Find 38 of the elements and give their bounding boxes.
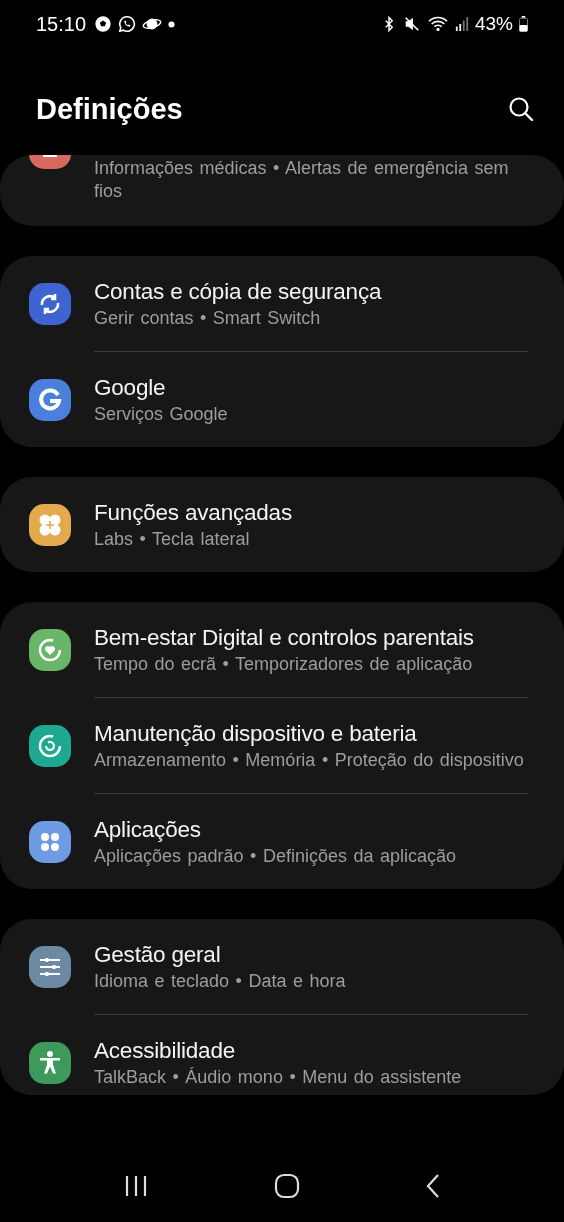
wifi-icon xyxy=(426,15,449,33)
item-subtitle: Gerir contas • Smart Switch xyxy=(94,307,322,330)
settings-item[interactable]: Aplicações Aplicações padrão • Definições da aplicação xyxy=(0,794,564,889)
item-subtitle: TalkBack • Áudio mono • Menu do assistente xyxy=(94,1066,463,1089)
search-icon xyxy=(508,95,534,122)
settings-item[interactable]: Funções avançadas Labs • Tecla lateral xyxy=(0,477,564,572)
settings-item[interactable]: Gestão geral Idioma e teclado • Data e hora xyxy=(0,919,564,1014)
status-time: 15:10 xyxy=(36,12,87,36)
signal-icon xyxy=(454,16,469,32)
notification-dot-icon xyxy=(168,20,176,28)
settings-item[interactable]: Informações médicas • Alertas de emergência sem fios xyxy=(0,155,564,224)
settings-item[interactable]: Contas e cópia de segurança Gerir contas • Smart Switch xyxy=(0,256,564,351)
settings-item[interactable]: Acessibilidade TalkBack • Áudio mono • Menu do assistente xyxy=(0,1015,564,1095)
item-title: Manutenção dispositivo e bateria xyxy=(94,720,418,748)
item-subtitle: Informações médicas • Alertas de emergência sem fios xyxy=(94,157,510,203)
chat-bubble-icon xyxy=(118,15,137,33)
item-title: Funções avançadas xyxy=(94,499,293,527)
battery-percent: 43% xyxy=(474,13,513,35)
settings-item[interactable]: Google Serviços Google xyxy=(0,352,564,447)
item-title: Google xyxy=(94,374,167,402)
item-subtitle: Labs • Tecla lateral xyxy=(94,528,251,551)
settings-item[interactable]: Manutenção dispositivo e bateria Armazenamento • Memória • Proteção do dispositivo xyxy=(0,698,564,793)
item-title: Acessibilidade xyxy=(94,1037,237,1065)
search-button[interactable] xyxy=(508,95,534,122)
soccer-ball-icon xyxy=(94,15,113,33)
item-title: Contas e cópia de segurança xyxy=(94,278,383,306)
item-title: Gestão geral xyxy=(94,941,222,969)
item-subtitle: Serviços Google xyxy=(94,403,229,426)
settings-item[interactable]: Bem-estar Digital e controlos parentais Tempo do ecrã • Temporizadores de aplicação xyxy=(0,602,564,697)
item-subtitle: Armazenamento • Memória • Proteção do dispositivo xyxy=(94,749,525,772)
battery-icon xyxy=(519,16,528,32)
item-title: Bem-estar Digital e controlos parentais xyxy=(94,624,475,652)
item-title: Aplicações xyxy=(94,816,202,844)
mute-icon xyxy=(402,15,421,33)
item-subtitle: Tempo do ecrã • Temporizadores de aplicação xyxy=(94,653,474,676)
item-subtitle: Idioma e teclado • Data e hora xyxy=(94,970,347,993)
item-subtitle: Aplicações padrão • Definições da aplicação xyxy=(94,845,457,868)
page-title: Definições xyxy=(36,93,183,126)
